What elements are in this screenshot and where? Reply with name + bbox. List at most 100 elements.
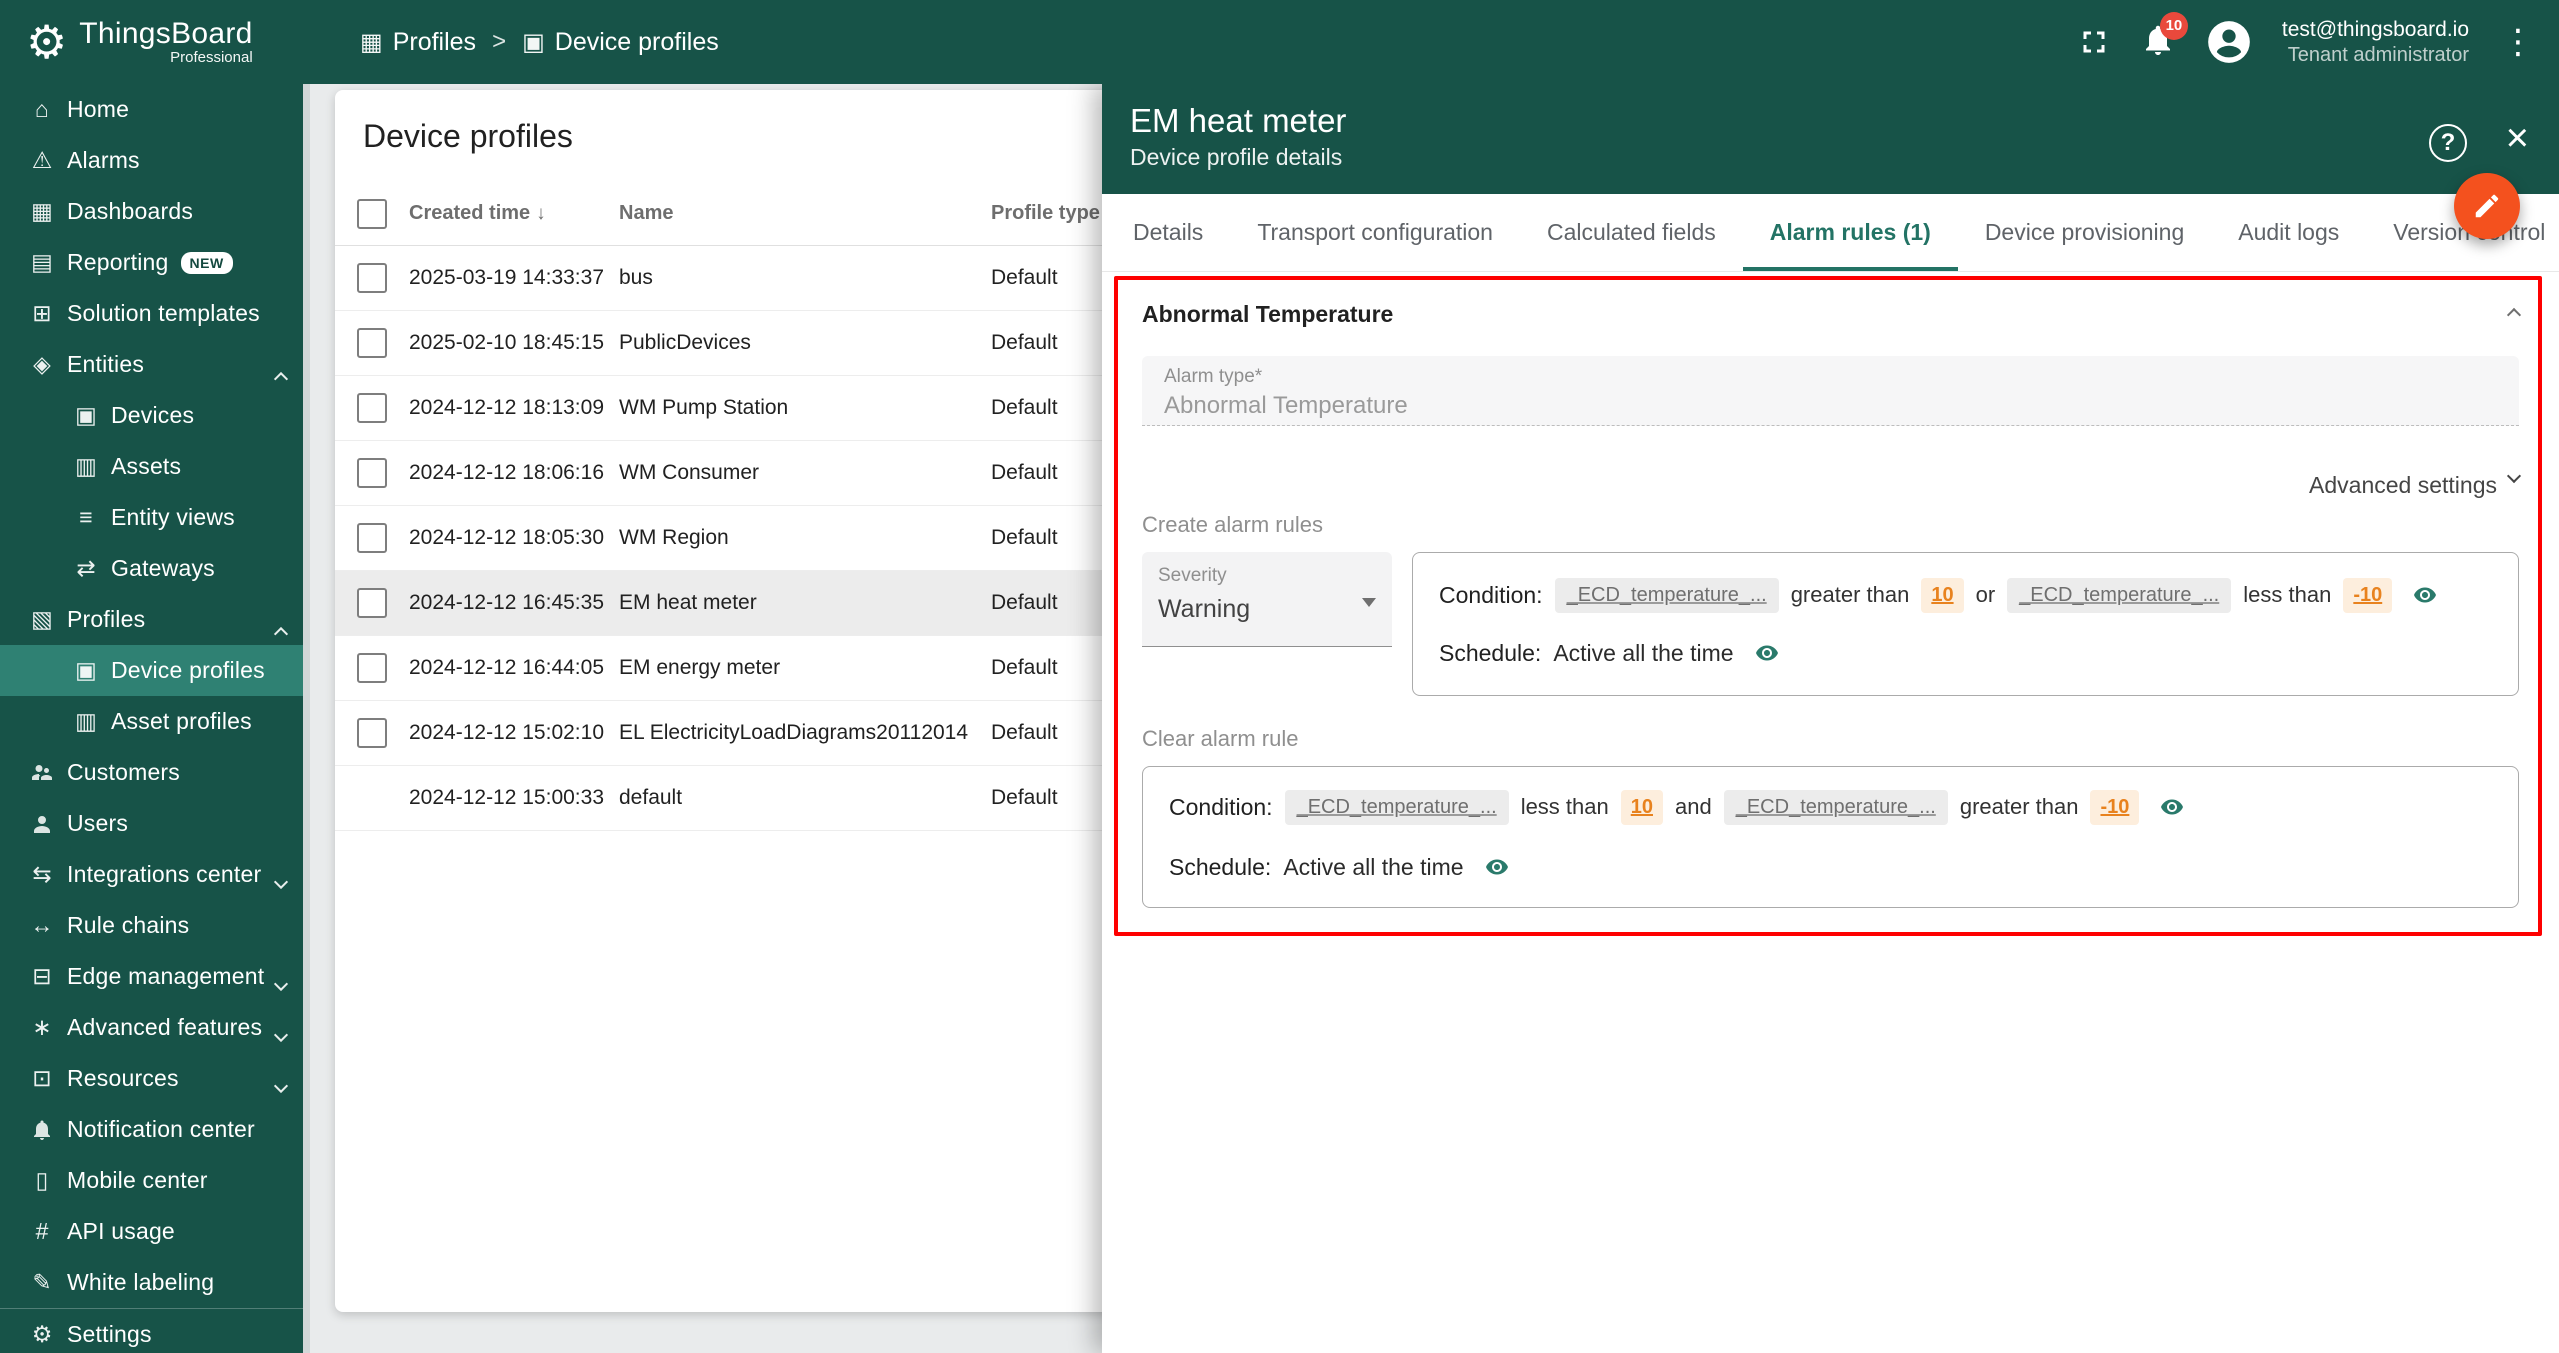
resources-icon: ⊡ [26,1065,58,1092]
alarm-type-field: Alarm type* Abnormal Temperature [1142,356,2519,426]
notifications-button[interactable]: 10 [2140,22,2176,63]
sidebar-item-reporting[interactable]: ▤ Reporting NEW [0,237,310,288]
advanced-settings-toggle[interactable]: Advanced settings [1142,470,2519,500]
sidebar-item-white-labeling[interactable]: ✎ White labeling [0,1257,310,1308]
chevron-up-icon [276,365,286,392]
sidebar-item-users[interactable]: Users [0,798,310,849]
devices-icon: ▣ [70,402,102,429]
create-alarm-rules-label: Create alarm rules [1142,512,2519,540]
chevron-up-icon [276,620,286,647]
home-icon: ⌂ [26,96,58,123]
sidebar-item-api-usage[interactable]: # API usage [0,1206,310,1257]
condition-key-chip: _ECD_temperature_... [1285,790,1509,825]
entities-icon: ◈ [26,351,58,378]
tab-device-provisioning[interactable]: Device provisioning [1958,194,2211,271]
sidebar-item-home[interactable]: ⌂ Home [0,84,310,135]
view-schedule-button[interactable] [1752,641,1782,665]
device-profiles-icon: ▣ [522,28,545,57]
eye-icon [1482,855,1512,879]
sidebar-item-edge-management[interactable]: ⊟ Edge management [0,951,310,1002]
sidebar-item-device-profiles[interactable]: ▣ Device profiles [0,645,310,696]
sidebar-item-asset-profiles[interactable]: ▥ Asset profiles [0,696,310,747]
view-condition-button[interactable] [2410,583,2440,607]
sidebar-item-settings[interactable]: ⚙ Settings [0,1308,310,1353]
sidebar-item-advanced-features[interactable]: ∗ Advanced features [0,1002,310,1053]
sidebar-item-profiles[interactable]: ▧ Profiles [0,594,310,645]
tab-details[interactable]: Details [1106,194,1230,271]
row-checkbox[interactable] [357,653,387,683]
profiles-group-icon: ▧ [26,606,58,633]
view-schedule-button[interactable] [1482,855,1512,879]
condition-row: Condition: _ECD_temperature_... greater … [1439,575,2492,615]
row-checkbox[interactable] [357,523,387,553]
row-checkbox[interactable] [357,718,387,748]
alarm-condition-card: Condition: _ECD_temperature_... greater … [1412,552,2519,696]
close-button[interactable]: × [2506,118,2529,158]
row-checkbox[interactable] [357,458,387,488]
more-menu-button[interactable]: ⋮ [2497,22,2539,62]
severity-select[interactable]: Severity Warning [1142,552,1392,647]
sidebar-item-mobile-center[interactable]: ▯ Mobile center [0,1155,310,1206]
condition-value-chip: -10 [2343,578,2392,613]
schedule-label: Schedule: [1169,854,1271,881]
sidebar-scrollbar[interactable] [303,84,310,1353]
fullscreen-icon[interactable] [2076,24,2112,60]
sidebar-item-integrations-center[interactable]: ⇆ Integrations center [0,849,310,900]
sidebar-item-solution-templates[interactable]: ⊞ Solution templates [0,288,310,339]
edit-fab-button[interactable] [2454,173,2520,239]
alarm-rule-expansion-header[interactable]: Abnormal Temperature [1142,286,2519,342]
rule-chains-icon: ↔ [26,912,58,939]
select-all-checkbox[interactable] [357,199,387,229]
sidebar-item-rule-chains[interactable]: ↔ Rule chains [0,900,310,951]
panel-tabs: Details Transport configuration Calculat… [1102,194,2559,272]
sidebar-item-devices[interactable]: ▣ Devices [0,390,310,441]
sidebar-item-gateways[interactable]: ⇄ Gateways [0,543,310,594]
tab-audit-logs[interactable]: Audit logs [2211,194,2366,271]
asset-profiles-icon: ▥ [70,708,102,735]
tab-transport-configuration[interactable]: Transport configuration [1230,194,1520,271]
app-logo[interactable]: ⚙ ThingsBoard Professional [26,0,253,84]
sidebar-item-customers[interactable]: Customers [0,747,310,798]
device-profile-details-panel: EM heat meter Device profile details ? ×… [1102,84,2559,1353]
row-checkbox[interactable] [357,328,387,358]
severity-label: Severity [1158,565,1376,587]
column-header-created-time[interactable]: Created time↓ [409,202,619,225]
cell-name: PublicDevices [619,331,991,355]
chevron-down-icon [2507,469,2521,483]
sidebar-item-dashboards[interactable]: ▦ Dashboards [0,186,310,237]
condition-operator: less than [2243,582,2331,608]
view-condition-button[interactable] [2157,795,2187,819]
eye-icon [2157,795,2187,819]
breadcrumb: ▦ Profiles > ▣ Device profiles [360,0,719,84]
notification-count-badge: 10 [2160,12,2188,40]
sidebar-item-entity-views[interactable]: ≡ Entity views [0,492,310,543]
tab-alarm-rules[interactable]: Alarm rules (1) [1743,194,1958,271]
avatar[interactable] [2204,17,2254,67]
row-checkbox[interactable] [357,263,387,293]
device-profiles-icon: ▣ [70,657,102,684]
column-header-name[interactable]: Name [619,202,991,225]
sidebar-item-entities[interactable]: ◈ Entities [0,339,310,390]
schedule-row: Schedule: Active all the time [1439,633,2492,673]
user-info: test@thingsboard.io Tenant administrator [2282,17,2469,67]
breadcrumb-device-profiles[interactable]: ▣ Device profiles [522,28,719,57]
cell-created-time: 2024-12-12 15:02:10 [409,721,619,745]
sidebar-item-notification-center[interactable]: Notification center [0,1104,310,1155]
chevron-down-icon [276,1028,286,1055]
gateways-icon: ⇄ [70,555,102,582]
user-role: Tenant administrator [2282,43,2469,67]
row-checkbox[interactable] [357,393,387,423]
condition-key-chip: _ECD_temperature_... [2007,578,2231,613]
breadcrumb-profiles[interactable]: ▦ Profiles [360,28,476,57]
alarm-rule-title: Abnormal Temperature [1142,301,1393,328]
settings-icon: ⚙ [26,1321,58,1348]
condition-label: Condition: [1169,794,1273,821]
eye-icon [2410,583,2440,607]
help-button[interactable]: ? [2429,124,2467,162]
sidebar-item-resources[interactable]: ⊡ Resources [0,1053,310,1104]
cell-name: WM Region [619,526,991,550]
tab-calculated-fields[interactable]: Calculated fields [1520,194,1743,271]
row-checkbox[interactable] [357,588,387,618]
sidebar-item-assets[interactable]: ▥ Assets [0,441,310,492]
sidebar-item-alarms[interactable]: ⚠ Alarms [0,135,310,186]
